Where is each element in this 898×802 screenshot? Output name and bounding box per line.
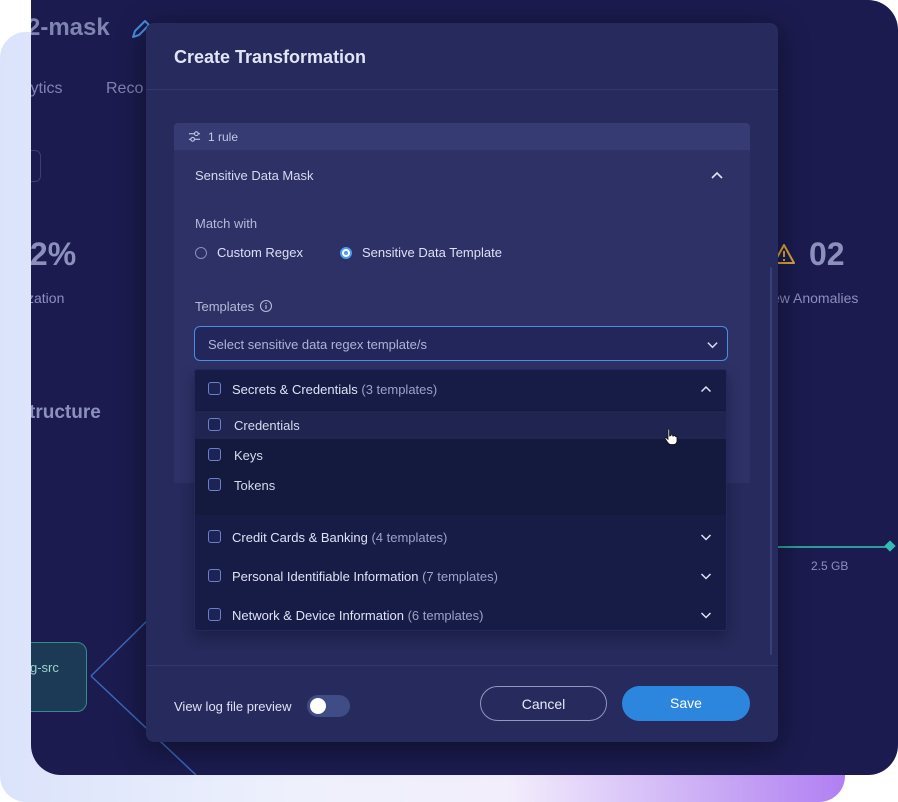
pointer-cursor-icon: [664, 428, 678, 445]
rule-count-label: 1 rule: [208, 130, 239, 144]
rule-count-bar: 1 rule: [174, 123, 750, 150]
rule-name[interactable]: Sensitive Data Mask: [195, 168, 314, 183]
item-label: Tokens: [234, 478, 276, 493]
toggle-knob[interactable]: [310, 698, 326, 714]
tab-analytics[interactable]: lytics: [31, 80, 63, 98]
stat-value-anomalies: 02: [809, 236, 845, 272]
template-item-tokens[interactable]: Tokens: [195, 471, 726, 499]
radio-label: Custom Regex: [217, 245, 303, 260]
group-checkbox[interactable]: [208, 569, 221, 582]
save-button[interactable]: Save: [622, 686, 750, 721]
group-name: Personal Identifiable Information: [232, 569, 419, 584]
chevron-up-icon[interactable]: [700, 383, 712, 395]
sliders-icon: [188, 131, 201, 142]
header-divider: [146, 89, 778, 90]
stat-label-left: zation: [31, 290, 65, 306]
chevron-down-icon[interactable]: [700, 609, 712, 621]
radio-custom-regex[interactable]: Custom Regex: [195, 245, 303, 260]
group-label: Personal Identifiable Information (7 tem…: [232, 569, 498, 584]
radio-sensitive-data-template[interactable]: Sensitive Data Template: [340, 245, 502, 260]
chevron-down-icon[interactable]: [700, 531, 712, 543]
filter-pill[interactable]: [31, 150, 41, 182]
group-count: (4 templates): [371, 530, 448, 545]
group-checkbox[interactable]: [208, 382, 221, 395]
item-checkbox[interactable]: [208, 478, 221, 491]
group-count: (7 templates): [422, 569, 498, 584]
group-checkbox[interactable]: [208, 608, 221, 621]
template-select[interactable]: Select sensitive data regex template/s: [194, 326, 728, 361]
pipeline-title: 2-mask: [31, 14, 110, 41]
chevron-down-icon[interactable]: [700, 570, 712, 582]
create-transformation-dialog: Create Transformation 1 rule Sensitive D…: [146, 23, 778, 742]
dialog-title: Create Transformation: [174, 47, 367, 67]
group-credit-cards-banking[interactable]: Credit Cards & Banking (4 templates): [195, 518, 726, 556]
source-node[interactable]: g-src: [31, 642, 87, 712]
radio-circle[interactable]: [195, 246, 207, 259]
preview-label: View log file preview: [174, 699, 292, 714]
scrollbar[interactable]: [770, 267, 772, 655]
stat-label-anomalies: ew Anomalies: [772, 290, 859, 306]
chevron-down-icon[interactable]: [706, 338, 719, 351]
edge-volume-label: 2.5 GB: [811, 559, 849, 573]
info-icon[interactable]: [259, 299, 273, 313]
cancel-button[interactable]: Cancel: [480, 686, 607, 721]
group-label: Secrets & Credentials (3 templates): [232, 382, 437, 397]
group-label: Credit Cards & Banking (4 templates): [232, 530, 447, 545]
group-label: Network & Device Information (6 template…: [232, 608, 483, 623]
edge-endpoint: [884, 540, 896, 552]
group-items: Credentials Keys Tokens: [195, 410, 726, 515]
template-item-keys[interactable]: Keys: [195, 441, 726, 469]
footer-divider: [146, 665, 778, 666]
group-name: Network & Device Information: [232, 608, 404, 623]
edge-line: [776, 546, 888, 548]
item-checkbox[interactable]: [208, 448, 221, 461]
stat-value-left: .2%: [31, 236, 77, 272]
template-dropdown: Secrets & Credentials (3 templates) Cred…: [194, 369, 727, 631]
group-count: (6 templates): [407, 608, 484, 623]
item-checkbox[interactable]: [208, 418, 221, 431]
select-placeholder: Select sensitive data regex template/s: [208, 337, 427, 352]
item-label: Keys: [234, 448, 263, 463]
section-heading: tructure: [31, 402, 101, 423]
preview-toggle[interactable]: [307, 695, 350, 717]
source-node-label: g-src: [31, 660, 59, 675]
template-item-credentials[interactable]: Credentials: [195, 411, 726, 439]
group-personal-identifiable-information[interactable]: Personal Identifiable Information (7 tem…: [195, 557, 726, 595]
templates-label: Templates: [195, 299, 255, 314]
tab-records[interactable]: Reco: [106, 80, 143, 98]
group-network-device-information[interactable]: Network & Device Information (6 template…: [195, 596, 726, 634]
group-checkbox[interactable]: [208, 530, 221, 543]
group-name: Credit Cards & Banking: [232, 530, 368, 545]
chevron-up-icon[interactable]: [710, 168, 724, 182]
group-count: (3 templates): [361, 382, 438, 397]
radio-circle-selected[interactable]: [340, 246, 352, 259]
item-label: Credentials: [234, 418, 300, 433]
match-with-label: Match with: [195, 216, 258, 231]
group-secrets-credentials[interactable]: Secrets & Credentials (3 templates): [195, 370, 726, 408]
radio-label: Sensitive Data Template: [362, 245, 502, 260]
group-name: Secrets & Credentials: [232, 382, 358, 397]
